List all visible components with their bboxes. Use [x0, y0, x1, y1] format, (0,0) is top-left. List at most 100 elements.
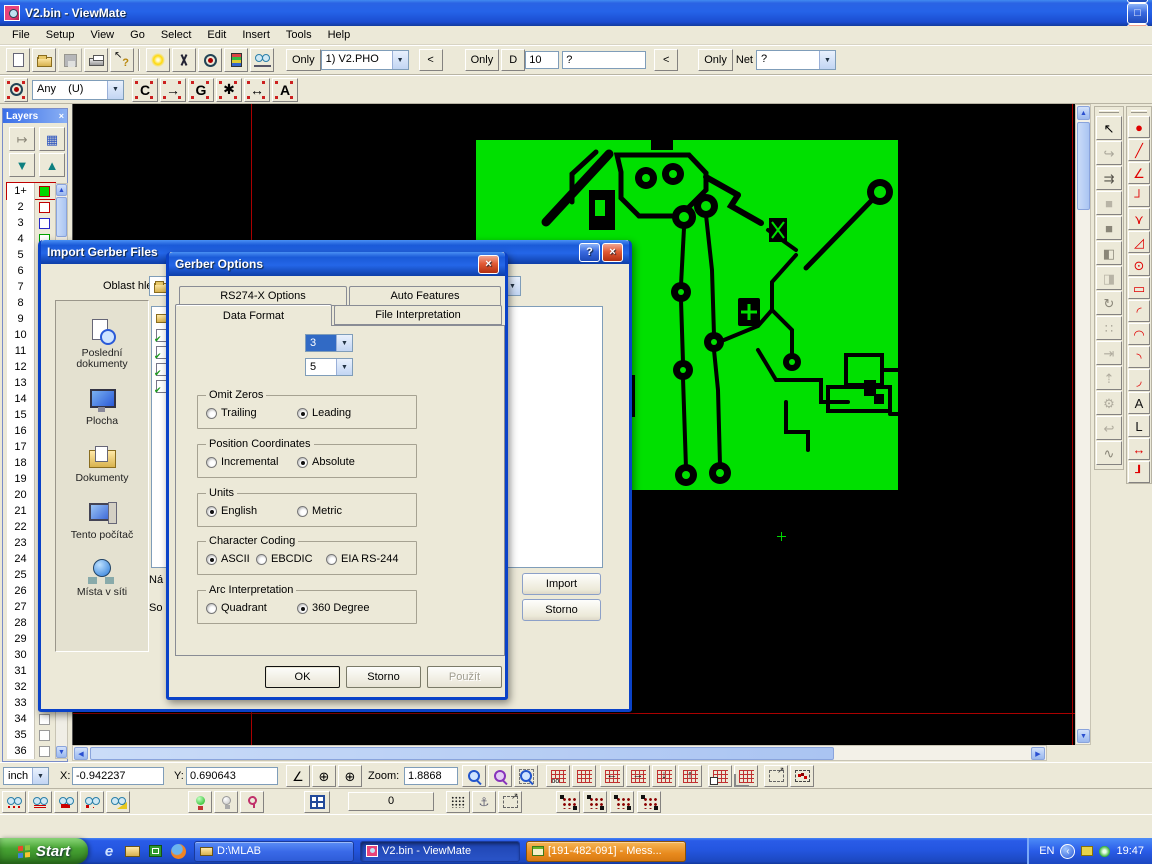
rectangle-tool[interactable]: ▭ — [1128, 277, 1150, 299]
layer-table-button[interactable]: ▦ — [39, 127, 65, 151]
highlight-off-button[interactable] — [214, 791, 238, 813]
grid-button[interactable] — [572, 765, 596, 787]
menu-item-help[interactable]: Help — [320, 27, 359, 43]
corner-tool[interactable]: ┘ — [1128, 185, 1150, 207]
close-button[interactable]: × — [602, 243, 623, 262]
only-layer-button[interactable]: Only — [286, 49, 321, 71]
desktop[interactable]: Plocha — [57, 387, 147, 427]
move-tool[interactable]: ↪ — [1096, 141, 1122, 165]
print-button[interactable] — [84, 48, 108, 72]
palette-grip[interactable] — [1099, 110, 1119, 113]
menu-item-view[interactable]: View — [82, 27, 122, 43]
network-places[interactable]: Místa v síti — [57, 558, 147, 598]
layer-color-swatch[interactable] — [39, 730, 50, 741]
palette-grip[interactable] — [1131, 110, 1147, 113]
import-button[interactable]: Import — [522, 573, 601, 595]
documents[interactable]: Dokumenty — [57, 444, 147, 484]
chevron-down-icon[interactable]: ▼ — [336, 359, 352, 375]
vertical-scroll-thumb[interactable] — [1077, 122, 1090, 210]
horizontal-scroll-thumb[interactable] — [90, 747, 834, 760]
film-box-button[interactable] — [546, 765, 570, 787]
chevron-down-icon[interactable]: ▼ — [32, 768, 48, 784]
radio-option-metric[interactable]: Metric — [297, 505, 342, 517]
canvas-horizontal-scrollbar[interactable]: ◀ ▶ — [72, 745, 1047, 761]
layer-color-swatch[interactable] — [39, 746, 50, 757]
flash-point-tool[interactable]: ● — [1128, 116, 1150, 138]
chevron-down-icon[interactable]: ▼ — [107, 81, 123, 99]
unit-combobox[interactable]: inch ▼ — [3, 767, 49, 785]
tools-view-button[interactable] — [172, 48, 196, 72]
radio-option-eia-rs-244[interactable]: EIA RS-244 — [326, 553, 398, 565]
dcode-name-field[interactable]: ? — [562, 51, 646, 69]
arc-cw-tool[interactable]: ◠ — [1128, 323, 1150, 345]
dcode-button[interactable]: D — [501, 49, 525, 71]
context-help-button[interactable] — [110, 48, 134, 72]
layer-color-swatch[interactable] — [39, 186, 50, 197]
highlight-query-button[interactable] — [240, 791, 264, 813]
arrow-aperture-button[interactable]: → — [160, 78, 186, 102]
c-aperture-button[interactable]: C — [132, 78, 158, 102]
undo-tool[interactable]: ↩ — [1096, 416, 1122, 440]
y-coordinate-field[interactable]: 0.690643 — [186, 767, 278, 785]
apply-button[interactable]: Použít — [427, 666, 502, 688]
maximize-button[interactable]: □ — [1127, 3, 1148, 24]
star-aperture-button[interactable]: ✱ — [216, 78, 242, 102]
tab-auto-features[interactable]: Auto Features — [349, 286, 501, 306]
menu-item-go[interactable]: Go — [122, 27, 153, 43]
layer-row[interactable]: 2 — [7, 199, 55, 215]
task-explorer[interactable]: D:\MLAB — [194, 841, 354, 862]
only-dcode-button[interactable]: Only — [465, 49, 500, 71]
task-message[interactable]: [191-482-091] - Mess... — [526, 841, 686, 862]
chevron-down-icon[interactable]: ▼ — [819, 51, 835, 69]
settings-tool[interactable]: ⚙ — [1096, 391, 1122, 415]
tab-rs274x-options[interactable]: RS274-X Options — [179, 286, 347, 306]
open-button[interactable] — [32, 48, 56, 72]
circle-tool[interactable]: ⊙ — [1128, 254, 1150, 276]
layer-color-swatch[interactable] — [39, 202, 50, 213]
move-film-up-button[interactable]: ↑ — [678, 765, 702, 787]
chevron-down-icon[interactable]: ▼ — [392, 51, 408, 69]
arc-3pt-tool[interactable]: ◝ — [1128, 346, 1150, 368]
move-layer-down-button[interactable]: ▼ — [9, 153, 35, 177]
move-layer-up-button[interactable]: ▲ — [39, 153, 65, 177]
recent-documents[interactable]: Poslední dokumenty — [57, 319, 147, 370]
a-aperture-button[interactable]: A — [272, 78, 298, 102]
help-button[interactable]: ? — [579, 243, 600, 262]
move-film-down-button[interactable]: ↓ — [652, 765, 676, 787]
dcode-view-button[interactable] — [198, 48, 222, 72]
view-sweep-button[interactable] — [106, 791, 130, 813]
copy-film-button[interactable] — [708, 765, 732, 787]
lasso-tool[interactable]: ∿ — [1096, 441, 1122, 465]
cancel-button[interactable]: Storno — [522, 599, 601, 621]
select-tool[interactable]: ↖ — [1096, 116, 1122, 140]
menu-item-file[interactable]: File — [4, 27, 38, 43]
dcode-number-field[interactable]: 10 — [525, 51, 559, 69]
layer-row[interactable]: 1+ — [7, 183, 55, 199]
layer-combobox[interactable]: 1) V2.PHO ▼ — [321, 50, 409, 70]
left-of-decimal-combobox[interactable]: 3 ▼ — [305, 334, 353, 352]
measure-view-button[interactable] — [250, 48, 274, 72]
vector-snap-button[interactable] — [498, 791, 522, 813]
radio-option-quadrant[interactable]: Quadrant — [206, 602, 267, 614]
aperture-table-button[interactable] — [304, 791, 330, 813]
cancel-button[interactable]: Storno — [346, 666, 421, 688]
menu-item-setup[interactable]: Setup — [38, 27, 83, 43]
tab-file-interpretation[interactable]: File Interpretation — [334, 305, 502, 325]
collapse-tray-icon[interactable]: ‹ — [1060, 844, 1075, 859]
copy-tool[interactable]: ⇉ — [1096, 166, 1122, 190]
select-area-button[interactable] — [764, 765, 788, 787]
highlight-on-button[interactable] — [188, 791, 212, 813]
folder-shortcut[interactable] — [122, 841, 142, 861]
radio-option-incremental[interactable]: Incremental — [206, 456, 278, 468]
radio-option-leading[interactable]: Leading — [297, 407, 351, 419]
layer-row[interactable]: 35 — [7, 727, 55, 743]
save-button[interactable] — [58, 48, 82, 72]
label-tool[interactable]: L — [1128, 415, 1150, 437]
internet-explorer-shortcut[interactable]: e — [99, 841, 119, 861]
g-aperture-button[interactable]: G — [188, 78, 214, 102]
scroll-left-button[interactable]: ◀ — [74, 747, 88, 760]
radio-option-ascii[interactable]: ASCII — [206, 553, 250, 565]
layer-row[interactable]: 34 — [7, 711, 55, 727]
radio-option-trailing[interactable]: Trailing — [206, 407, 257, 419]
close-button[interactable]: × — [478, 255, 499, 274]
